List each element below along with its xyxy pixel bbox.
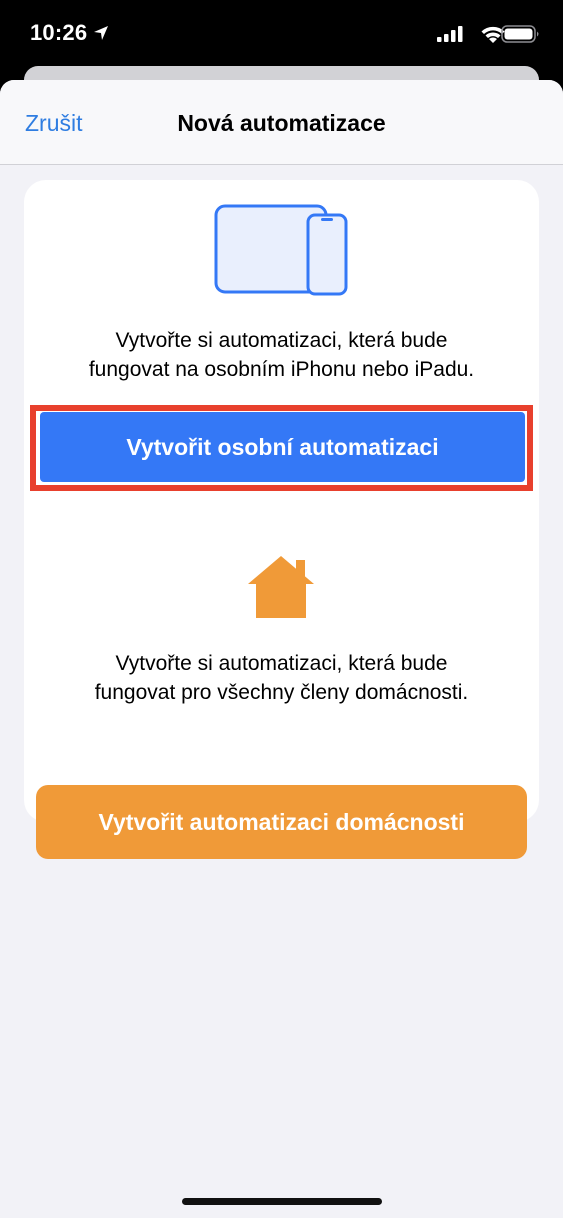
house-icon (248, 556, 314, 618)
battery-icon (501, 25, 539, 43)
personal-automation-card: Vytvořte si automatizaci, která bude fun… (24, 180, 539, 578)
home-indicator[interactable] (182, 1198, 382, 1205)
create-personal-automation-button[interactable]: Vytvořit osobní automatizaci (40, 412, 525, 482)
devices-icon (214, 204, 348, 296)
status-time: 10:26 (30, 20, 88, 45)
cellular-signal-icon (437, 26, 463, 42)
new-automation-sheet: Nová automatizace Zrušit Vytvořte si aut… (0, 80, 563, 1218)
status-bar: 10:26 (0, 0, 563, 64)
home-automation-card: Vytvořte si automatizaci, která bude fun… (24, 528, 539, 859)
navigation-bar: Nová automatizace Zrušit (0, 80, 563, 165)
create-home-automation-button[interactable]: Vytvořit automatizaci domácnosti (36, 785, 527, 859)
page-title: Nová automatizace (177, 110, 386, 136)
location-arrow-icon (94, 26, 108, 40)
home-description: Vytvořte si automatizaci, která bude fun… (94, 652, 469, 704)
cancel-button[interactable]: Zrušit (25, 110, 83, 137)
personal-description: Vytvořte si automatizaci, která bude fun… (88, 329, 475, 381)
